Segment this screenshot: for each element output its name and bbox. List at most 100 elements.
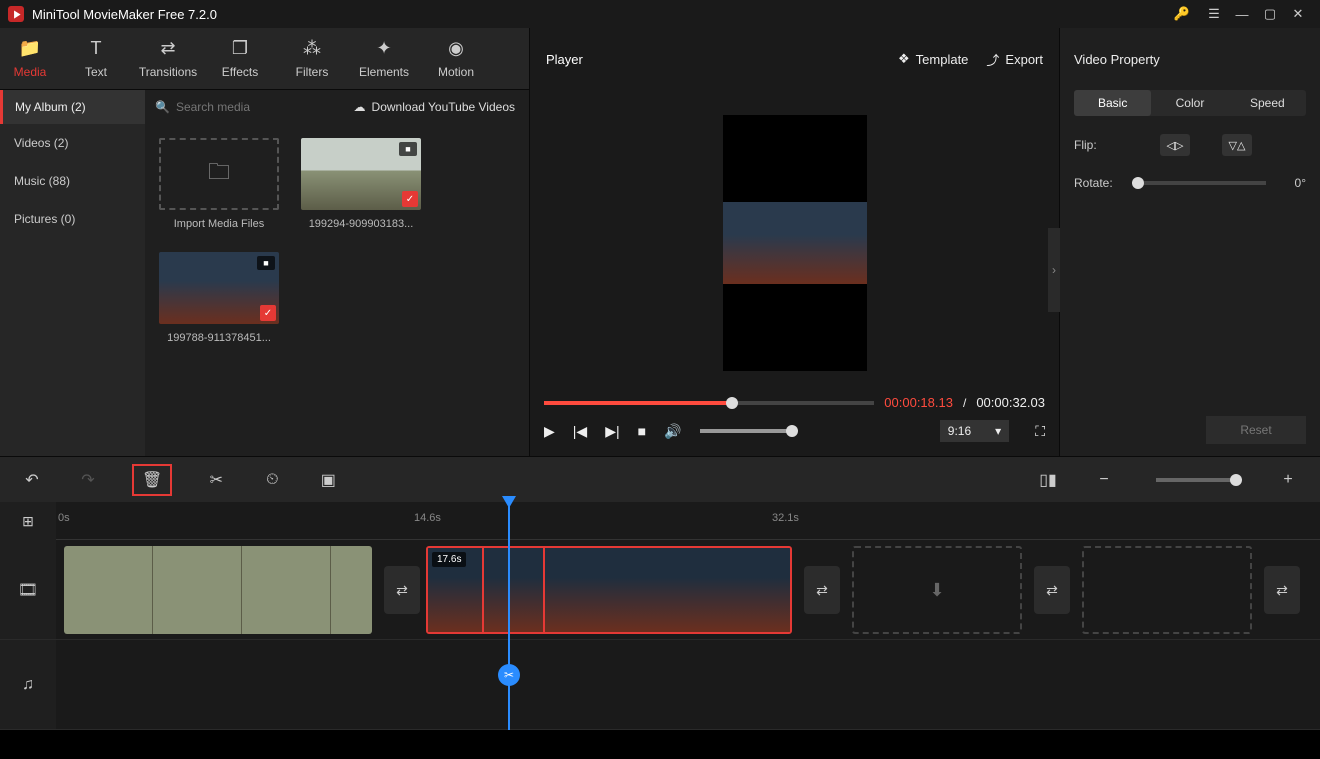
audio-track-lane[interactable] [56,640,1320,729]
zoom-out-button[interactable]: − [1092,471,1116,489]
fit-timeline-button[interactable]: ▯▮ [1036,470,1060,490]
tab-filters[interactable]: ⁂Filters [276,28,348,89]
scrub-knob[interactable] [726,397,738,409]
chevron-down-icon: ▾ [995,424,1001,438]
folder-icon: 📁 [19,38,41,59]
media-item[interactable]: ■ ✓ 199788-911378451... [159,252,279,344]
timeline-ruler[interactable]: 0s 14.6s 32.1s [56,502,1320,540]
layers-icon: ❐ [232,38,248,59]
prop-tab-basic[interactable]: Basic [1074,90,1151,116]
delete-button[interactable]: 🗑 [132,464,172,496]
motion-icon: ◉ [448,38,464,59]
search-input[interactable] [176,100,286,114]
export-icon: ⤴ [986,50,999,69]
property-title: Video Property [1074,52,1160,67]
zoom-in-button[interactable]: + [1276,471,1300,489]
key-icon[interactable]: 🔑 [1168,0,1196,28]
transition-slot[interactable]: ⇄ [384,566,420,614]
app-logo [8,6,24,22]
menu-icon[interactable]: ☰ [1200,0,1228,28]
preview-canvas[interactable] [723,115,867,371]
text-icon: T [91,38,102,59]
clip-duration-badge: 17.6s [432,552,466,567]
minimize-icon[interactable]: — [1228,0,1256,28]
arrows-icon: ⇄ [160,38,175,59]
transition-slot[interactable]: ⇄ [804,566,840,614]
flip-vertical-button[interactable]: ▽△ [1222,134,1252,156]
crop-button[interactable]: ▣ [316,470,340,490]
stop-button[interactable]: ■ [638,423,646,439]
preview-frame [723,202,867,284]
tab-media[interactable]: 📁Media [0,28,60,89]
sidebar-item-pictures[interactable]: Pictures (0) [0,200,145,238]
tab-text[interactable]: TText [60,28,132,89]
player-title: Player [546,52,583,67]
import-media-button[interactable]: 🗀 Import Media Files [159,138,279,230]
play-button[interactable]: ▶ [544,423,555,440]
volume-icon[interactable]: 🔊 [664,423,681,440]
export-button[interactable]: ⤴Export [986,50,1043,69]
transition-slot[interactable]: ⇄ [1034,566,1070,614]
video-track-lane[interactable]: ⇄ 17.6s ⇄ ⬇ ⇄ ⇄ [56,540,1320,639]
split-button[interactable]: ✂ [204,470,228,490]
zoom-slider[interactable] [1156,478,1236,482]
zoom-knob[interactable] [1230,474,1242,486]
prop-tab-color[interactable]: Color [1151,90,1228,116]
search-wrapper: 🔍 [145,100,296,114]
media-thumbnail: ■ ✓ [301,138,421,210]
media-item[interactable]: ■ ✓ 199294-909903183... [301,138,421,230]
scissors-icon[interactable]: ✂ [498,664,520,686]
flip-horizontal-button[interactable]: ◁▷ [1160,134,1190,156]
redo-button[interactable]: ↷ [76,470,100,490]
audio-track-icon: ♫ [0,640,56,729]
rotate-slider[interactable] [1138,181,1266,185]
tab-effects[interactable]: ❐Effects [204,28,276,89]
ruler-tick: 32.1s [772,512,799,524]
scrub-track[interactable] [544,401,874,405]
cloud-download-icon: ☁ [354,100,366,114]
add-track-button[interactable]: ⊞ [0,502,56,540]
check-icon: ✓ [402,191,418,207]
volume-knob[interactable] [786,425,798,437]
timecode-total: 00:00:32.03 [976,395,1045,410]
sidebar-item-videos[interactable]: Videos (2) [0,124,145,162]
tab-transitions[interactable]: ⇄Transitions [132,28,204,89]
clip-selection-region[interactable] [482,546,545,634]
filters-icon: ⁂ [303,38,321,59]
collapse-panel-button[interactable]: › [1048,228,1060,312]
download-youtube-button[interactable]: ☁ Download YouTube Videos [340,100,529,114]
sidebar-item-music[interactable]: Music (88) [0,162,145,200]
rotate-value: 0° [1276,176,1306,190]
ruler-tick: 14.6s [414,512,441,524]
aspect-ratio-select[interactable]: 9:16▾ [940,420,1009,442]
transition-slot[interactable]: ⇄ [1264,566,1300,614]
maximize-icon[interactable]: ▢ [1256,0,1284,28]
clip-placeholder[interactable] [1082,546,1252,634]
tab-motion[interactable]: ◉Motion [420,28,492,89]
video-badge-icon: ■ [257,256,275,270]
sparkle-icon: ✦ [376,38,391,59]
fullscreen-button[interactable]: ⛶ [1035,423,1045,440]
undo-button[interactable]: ↶ [20,470,44,490]
template-button[interactable]: ❖Template [898,51,968,67]
reset-button[interactable]: Reset [1206,416,1306,444]
volume-slider[interactable] [700,429,792,433]
rotate-label: Rotate: [1074,176,1128,190]
app-title: MiniTool MovieMaker Free 7.2.0 [32,7,217,22]
prev-frame-button[interactable]: |◀ [573,423,587,440]
speed-button[interactable]: ⏲ [260,471,284,489]
playhead[interactable] [508,502,510,730]
timeline-clip-selected[interactable]: 17.6s [426,546,792,634]
tab-elements[interactable]: ✦Elements [348,28,420,89]
close-icon[interactable]: ✕ [1284,0,1312,28]
rotate-knob[interactable] [1132,177,1144,189]
prop-tab-speed[interactable]: Speed [1229,90,1306,116]
timeline-clip[interactable] [64,546,372,634]
sidebar-head-my-album[interactable]: My Album (2) [0,90,145,124]
next-frame-button[interactable]: ▶| [605,423,619,440]
check-icon: ✓ [260,305,276,321]
template-icon: ❖ [898,51,910,67]
flip-label: Flip: [1074,138,1128,152]
timecode-current: 00:00:18.13 [884,395,953,410]
clip-placeholder[interactable]: ⬇ [852,546,1022,634]
